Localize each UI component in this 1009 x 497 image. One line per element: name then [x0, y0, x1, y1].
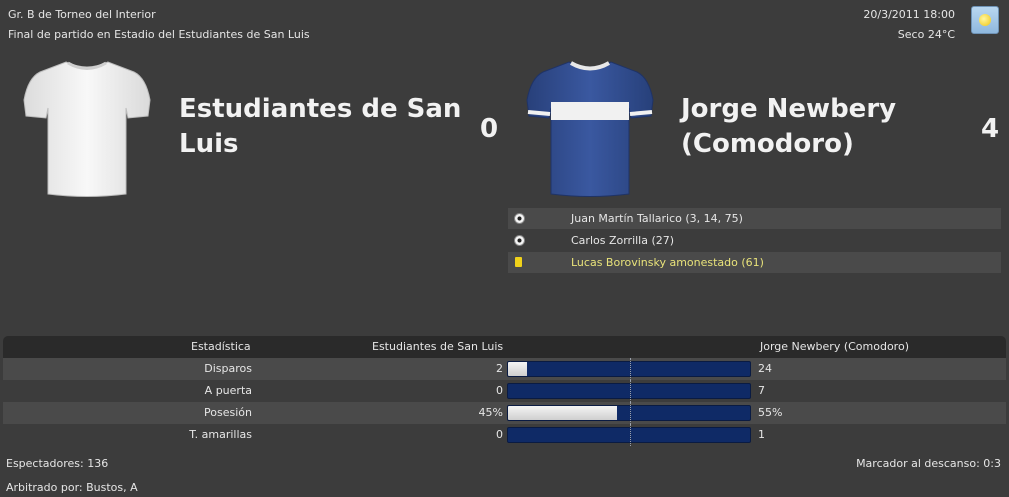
- ball-icon: [513, 208, 525, 229]
- stat-label: Posesión: [204, 406, 252, 419]
- weather-button[interactable]: [971, 6, 999, 34]
- stat-bar: [507, 427, 751, 443]
- stat-home-value: 45%: [478, 406, 503, 419]
- home-shirt-icon: [23, 61, 151, 197]
- stat-label: T. amarillas: [189, 428, 252, 441]
- away-score: 4: [981, 114, 1000, 144]
- stat-bar: [507, 383, 751, 399]
- event-row: Lucas Borovinsky amonestado (61): [508, 252, 1001, 273]
- stat-label: Disparos: [204, 362, 252, 375]
- home-team-name[interactable]: Estudiantes de San Luis: [179, 92, 469, 162]
- ball-icon: [513, 230, 525, 251]
- stat-bar-home-fill: [508, 406, 617, 420]
- sun-icon: [979, 14, 991, 26]
- event-row: Carlos Zorrilla (27): [508, 230, 1001, 251]
- stat-label: A puerta: [204, 384, 252, 397]
- stat-home-value: 2: [496, 362, 503, 375]
- stat-row-posesion: Posesión 45% 55%: [3, 402, 1006, 424]
- home-score: 0: [480, 114, 499, 144]
- stat-row-a-puerta: A puerta 0 7: [3, 380, 1006, 402]
- stat-row-disparos: Disparos 2 24: [3, 358, 1006, 380]
- stat-away-value: 7: [758, 384, 765, 397]
- match-datetime: 20/3/2011 18:00: [863, 8, 955, 21]
- away-shirt-icon: [526, 61, 654, 197]
- match-status: Final de partido en Estadio del Estudian…: [8, 28, 310, 41]
- event-row: Juan Martín Tallarico (3, 14, 75): [508, 208, 1001, 229]
- stat-away-value: 24: [758, 362, 772, 375]
- spectators-label: Espectadores: 136: [6, 457, 109, 470]
- weather-text: Seco 24°C: [897, 28, 955, 41]
- stat-home-value: 0: [496, 384, 503, 397]
- stat-home-value: 0: [496, 428, 503, 441]
- stat-bar: [507, 405, 751, 421]
- stats-header: Estadística Estudiantes de San Luis Jorg…: [3, 336, 1006, 358]
- halftime-score: Marcador al descanso: 0:3: [856, 457, 1001, 470]
- event-text[interactable]: Juan Martín Tallarico (3, 14, 75): [571, 208, 743, 229]
- stat-away-value: 1: [758, 428, 765, 441]
- stats-header-label: Estadística: [191, 340, 251, 353]
- referee-label[interactable]: Arbitrado por: Bustos, A: [6, 481, 138, 494]
- stat-bar-home-fill: [508, 362, 527, 376]
- stats-header-away: Jorge Newbery (Comodoro): [760, 340, 909, 353]
- yellow-card-icon: [513, 252, 525, 273]
- competition-label: Gr. B de Torneo del Interior: [8, 8, 156, 21]
- stat-row-t-amarillas: T. amarillas 0 1: [3, 424, 1006, 446]
- stat-away-value: 55%: [758, 406, 783, 419]
- event-text[interactable]: Carlos Zorrilla (27): [571, 230, 674, 251]
- stat-bar: [507, 361, 751, 377]
- stats-header-home: Estudiantes de San Luis: [372, 340, 504, 353]
- away-team-name[interactable]: Jorge Newbery (Comodoro): [681, 92, 971, 162]
- stats-table: Estadística Estudiantes de San Luis Jorg…: [3, 336, 1006, 446]
- event-text[interactable]: Lucas Borovinsky amonestado (61): [571, 252, 764, 273]
